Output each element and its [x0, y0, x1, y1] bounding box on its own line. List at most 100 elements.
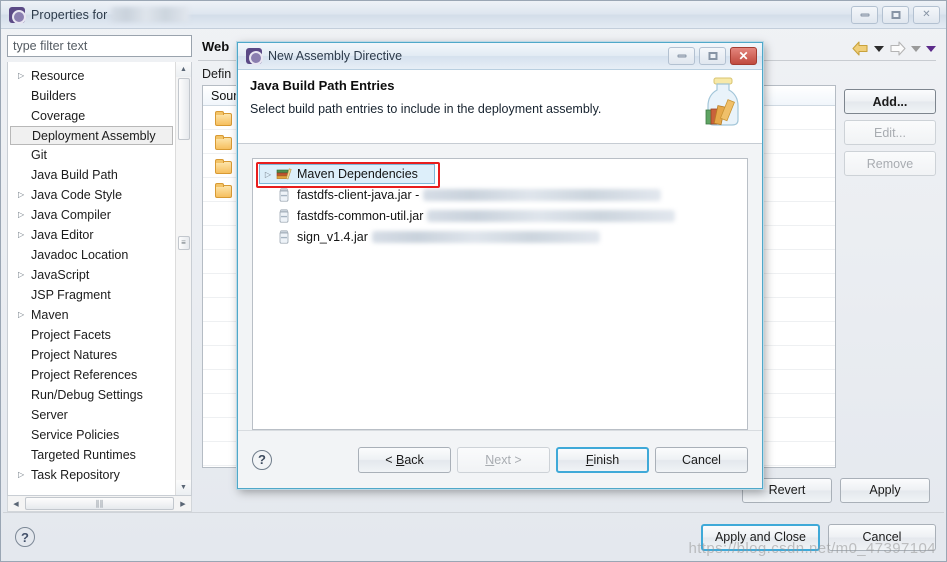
close-button[interactable]: ✕	[913, 6, 940, 24]
sidebar-item-coverage[interactable]: Coverage	[10, 106, 175, 126]
forward-dropdown-chevron-down-icon[interactable]	[911, 45, 921, 52]
back-arrow-icon[interactable]	[852, 41, 869, 56]
sidebar-item-label: JSP Fragment	[31, 288, 111, 302]
expand-chevron-right-icon[interactable]: ▷	[18, 211, 31, 219]
table-action-buttons: Add... Edit... Remove	[836, 85, 936, 468]
sidebar-item-task-repository[interactable]: ▷ Task Repository	[10, 465, 175, 485]
sidebar-item-label: Javadoc Location	[31, 248, 129, 262]
help-icon[interactable]: ?	[15, 527, 35, 547]
sidebar-item-label: Run/Debug Settings	[31, 388, 143, 402]
sidebar-item-project-references[interactable]: Project References	[10, 365, 175, 385]
sidebar-item-label: Project Facets	[31, 328, 111, 342]
sidebar-item-label: Maven	[31, 308, 69, 322]
add-button[interactable]: Add...	[844, 89, 936, 114]
folder-icon	[215, 183, 232, 198]
scroll-down-icon[interactable]: ▼	[176, 480, 191, 495]
dialog-minimize-button[interactable]	[668, 47, 695, 65]
scroll-track	[178, 250, 190, 480]
sidebar-item-builders[interactable]: Builders	[10, 86, 175, 106]
entry-row-fastdfs-common-util-jar[interactable]: fastdfs-common-util.jar	[253, 205, 747, 226]
dialog-help-icon[interactable]: ?	[252, 449, 272, 470]
dialog-maximize-button[interactable]	[699, 47, 726, 65]
finish-button[interactable]: Finish	[556, 446, 649, 473]
eclipse-properties-icon	[9, 6, 26, 24]
page-navigation	[852, 39, 936, 56]
settings-tree: ▷ Resource Builders Coverage Deployment Asse…	[7, 62, 192, 496]
sidebar-item-java-compiler[interactable]: ▷ Java Compiler	[10, 205, 175, 225]
apply-button[interactable]: Apply	[840, 477, 930, 503]
sidebar-item-jsp-fragment[interactable]: JSP Fragment	[10, 285, 175, 305]
dialog-close-button[interactable]: ✕	[730, 47, 757, 65]
sidebar-item-project-natures[interactable]: Project Natures	[10, 345, 175, 365]
sidebar-item-project-facets[interactable]: Project Facets	[10, 325, 175, 345]
settings-sidebar: type filter text ▷ Resource Builders Covera…	[7, 35, 192, 512]
expand-chevron-right-icon[interactable]: ▷	[18, 231, 31, 239]
sidebar-item-label: Targeted Runtimes	[31, 448, 136, 462]
tree-horizontal-scrollbar[interactable]: ◀ ∥∥ ▶	[7, 496, 192, 512]
sidebar-item-java-code-style[interactable]: ▷ Java Code Style	[10, 185, 175, 205]
expand-chevron-right-icon[interactable]: ▷	[260, 170, 276, 179]
dialog-heading: Java Build Path Entries	[250, 78, 395, 93]
scroll-up-icon[interactable]: ▲	[176, 62, 191, 77]
maximize-button[interactable]	[882, 6, 909, 24]
sidebar-item-label: Java Editor	[31, 228, 94, 242]
filter-input[interactable]: type filter text	[7, 35, 192, 57]
back-button[interactable]: < Back	[358, 446, 451, 473]
scroll-thumb[interactable]	[177, 78, 190, 140]
sidebar-item-server[interactable]: Server	[10, 405, 175, 425]
sidebar-item-javadoc-location[interactable]: Javadoc Location	[10, 245, 175, 265]
sidebar-item-deployment-assembly[interactable]: Deployment Assembly	[10, 126, 173, 145]
window-title: Properties for	[31, 7, 108, 22]
sidebar-item-resource[interactable]: ▷ Resource	[10, 66, 175, 86]
dialog-window-controls: ✕	[668, 47, 757, 65]
expand-chevron-right-icon[interactable]: ▷	[18, 311, 31, 319]
window-titlebar: Properties for ✕	[1, 1, 946, 29]
scroll-left-icon[interactable]: ◀	[8, 497, 24, 511]
entry-rows: ▷ Maven Dependencies fastdfs-client-java.j…	[253, 164, 747, 247]
sidebar-item-git[interactable]: Git	[10, 145, 175, 165]
sidebar-item-label: Java Compiler	[31, 208, 111, 222]
view-menu-chevron-down-icon[interactable]	[926, 45, 936, 52]
sidebar-item-maven[interactable]: ▷ Maven	[10, 305, 175, 325]
page-title: Web	[202, 39, 230, 54]
filter-placeholder: type filter text	[13, 39, 88, 53]
expand-chevron-right-icon[interactable]: ▷	[18, 471, 31, 479]
window-controls: ✕	[851, 6, 940, 24]
sidebar-item-targeted-runtimes[interactable]: Targeted Runtimes	[10, 445, 175, 465]
jar-icon	[279, 230, 289, 244]
redacted-entry-path	[427, 209, 676, 222]
apply-and-close-button[interactable]: Apply and Close	[700, 523, 820, 551]
scroll-right-icon[interactable]: ▶	[175, 497, 191, 511]
sidebar-item-run-debug-settings[interactable]: Run/Debug Settings	[10, 385, 175, 405]
dialog-title: New Assembly Directive	[268, 49, 403, 63]
expand-chevron-right-icon[interactable]: ▷	[18, 191, 31, 199]
redacted-project-name	[111, 7, 190, 22]
build-path-entries-list[interactable]: ▷ Maven Dependencies fastdfs-client-java.j…	[252, 158, 748, 430]
dialog-description: Select build path entries to include in …	[250, 102, 602, 116]
dialog-content: ▷ Maven Dependencies fastdfs-client-java.j…	[238, 144, 762, 430]
expand-chevron-right-icon[interactable]: ▷	[18, 271, 31, 279]
sidebar-item-label: Coverage	[31, 109, 86, 123]
sidebar-item-java-editor[interactable]: ▷ Java Editor	[10, 225, 175, 245]
entry-row-maven-dependencies[interactable]: ▷ Maven Dependencies	[259, 164, 435, 184]
sidebar-item-label: Builders	[31, 89, 77, 103]
sidebar-item-javascript[interactable]: ▷ JavaScript	[10, 265, 175, 285]
sidebar-item-service-policies[interactable]: Service Policies	[10, 425, 175, 445]
entry-row-sign-v1-4-jar[interactable]: sign_v1.4.jar	[253, 226, 747, 247]
button-label: Next >	[485, 452, 522, 467]
entry-label: Maven Dependencies	[297, 167, 418, 181]
entry-row-fastdfs-client-java-jar[interactable]: fastdfs-client-java.jar -	[253, 184, 747, 205]
button-label: < Back	[385, 452, 424, 467]
hscroll-thumb[interactable]: ∥∥	[25, 497, 174, 510]
cancel-button[interactable]: Cancel	[655, 446, 748, 473]
cancel-button[interactable]: Cancel	[828, 523, 936, 551]
sidebar-item-label: Java Build Path	[31, 168, 118, 182]
redacted-entry-path	[371, 230, 600, 243]
sidebar-item-java-build-path[interactable]: Java Build Path	[10, 165, 175, 185]
minimize-button[interactable]	[851, 6, 878, 24]
back-dropdown-chevron-down-icon[interactable]	[874, 45, 884, 52]
entry-label: fastdfs-common-util.jar	[297, 208, 424, 223]
sidebar-item-label: Server	[31, 408, 68, 422]
expand-chevron-right-icon[interactable]: ▷	[18, 72, 31, 80]
tree-vertical-scrollbar[interactable]: ▲ ≡ ▼	[175, 62, 191, 495]
